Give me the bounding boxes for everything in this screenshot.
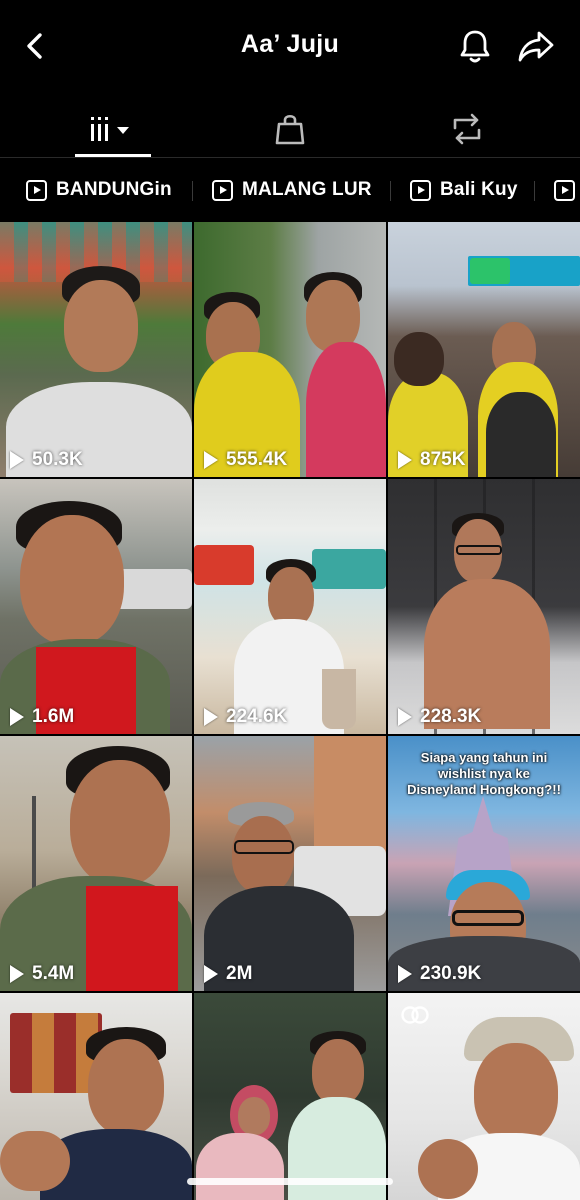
playlist-play-icon [212,179,233,201]
view-count: 228.3K [396,706,481,728]
playlist-play-icon [26,179,47,201]
billboard-logo [470,258,510,284]
grid-sort-icon [91,116,129,141]
bell-icon [460,30,490,63]
playlist-label: MALANG LUR [242,179,372,200]
glasses [456,545,502,555]
top-bar: Aa’ Juju [0,0,580,95]
view-count: 2M [202,963,252,985]
video-thumbnail[interactable] [388,993,580,1200]
play-icon [10,451,24,469]
hands [418,1139,478,1199]
playlist-label: BANDUNGin [56,179,172,200]
glasses [452,910,524,926]
divider [534,181,535,201]
video-thumbnail[interactable]: 555.4K [194,222,386,477]
video-thumbnail[interactable]: 228.3K [388,479,580,734]
tab-videos[interactable] [75,100,151,157]
pointing-hand [0,1131,70,1191]
play-icon [204,708,218,726]
tab-shop[interactable] [270,100,310,157]
video-thumbnail[interactable]: 50.3K [0,222,192,477]
building [314,736,386,856]
divider [390,181,391,201]
play-icon [398,708,412,726]
notifications-button[interactable] [455,26,495,66]
view-count: 1.6M [8,706,74,728]
red-shirt [86,886,178,991]
view-count: 875K [396,449,465,471]
view-count: 50.3K [8,449,83,471]
tab-reposts[interactable] [446,100,488,157]
home-indicator [187,1178,393,1185]
playlist-label: Bali Kuy [440,179,518,200]
view-count: 555.4K [202,449,287,471]
video-thumbnail[interactable]: 875K [388,222,580,477]
video-thumbnail[interactable]: 224.6K [194,479,386,734]
playlist-play-icon [554,179,575,201]
repost-icon [453,113,481,144]
play-icon [10,708,24,726]
video-thumbnail[interactable]: 5.4M [0,736,192,991]
divider [192,181,193,201]
wall-sign [194,545,254,585]
profile-tabs [0,100,580,158]
view-count: 224.6K [202,706,287,728]
play-icon [204,965,218,983]
share-button[interactable] [515,26,557,66]
video-thumbnail[interactable]: 2M [194,736,386,991]
share-arrow-icon [518,31,554,62]
video-grid: 50.3K 555.4K 875K 1.6M 224.6K 228.3K 5.4… [0,222,580,1200]
playlist-item[interactable]: Bali Kuy [410,178,518,202]
video-thumbnail[interactable] [194,993,386,1200]
play-icon [398,965,412,983]
playlist-item[interactable] [554,178,580,202]
loop-icon [401,1006,429,1024]
playlist-item[interactable]: MALANG LUR [212,178,372,202]
view-count: 5.4M [8,963,74,985]
glasses [234,840,294,854]
playlist-bar: BANDUNGin MALANG LUR Bali Kuy [0,158,580,221]
playlist-item[interactable]: BANDUNGin [26,178,172,202]
play-icon [10,965,24,983]
shopping-bag-icon [275,114,305,144]
wall-sign [312,549,386,589]
playlist-play-icon [410,179,431,201]
caption-overlay: Siapa yang tahun ini wishlist nya ke Dis… [407,750,561,797]
view-count: 230.9K [396,963,481,985]
video-thumbnail[interactable]: 1.6M [0,479,192,734]
play-icon [204,451,218,469]
video-thumbnail[interactable] [0,993,192,1200]
ice-cream-cup [322,669,356,729]
video-thumbnail[interactable]: Siapa yang tahun ini wishlist nya ke Dis… [388,736,580,991]
play-icon [398,451,412,469]
